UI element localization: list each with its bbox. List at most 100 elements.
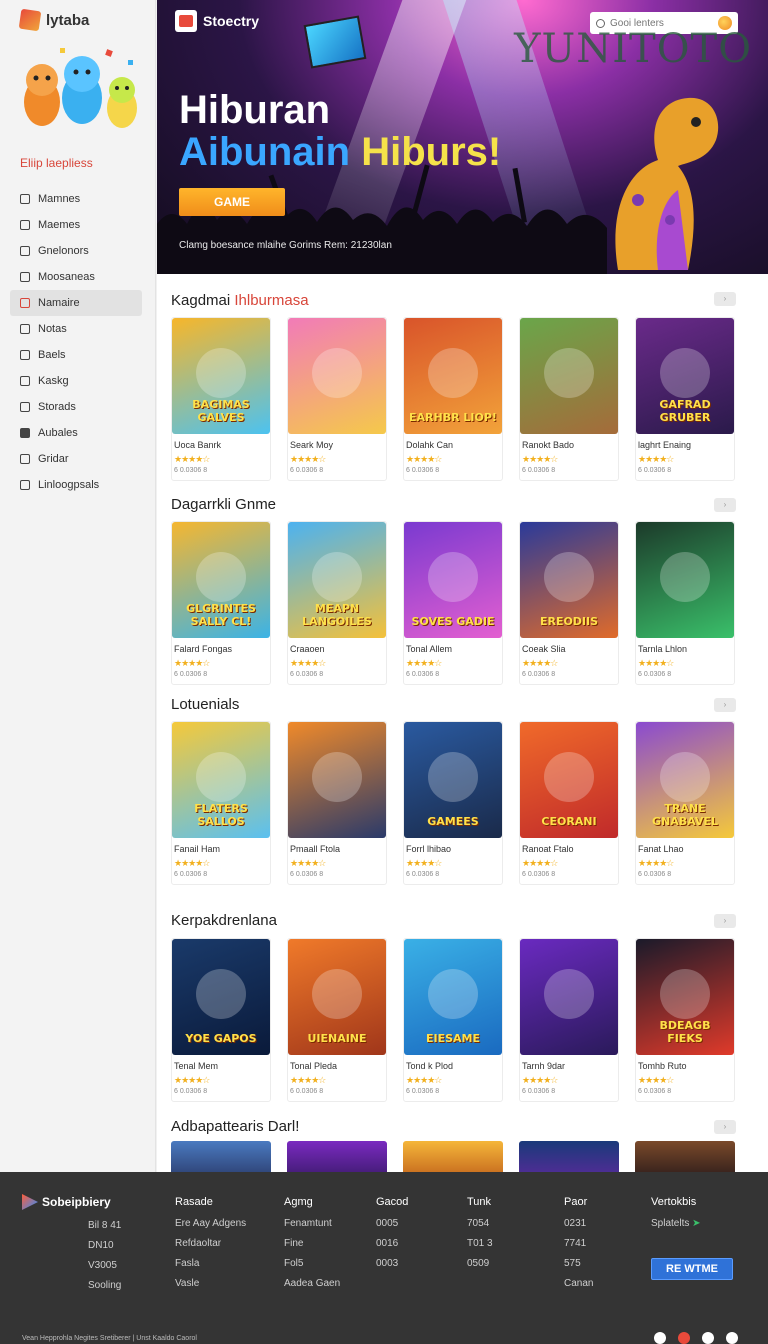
game-card[interactable]: BDEAGB FIEKS Tomhb Ruto ★★★★☆ 6 0.0306 8 — [635, 938, 735, 1102]
game-thumbnail[interactable]: EARHBR LIOP! — [404, 318, 502, 434]
game-thumbnail[interactable] — [636, 522, 734, 638]
game-card[interactable]: EREODIIS Coeak Slia ★★★★☆ 6 0.0306 8 — [519, 521, 619, 685]
game-card[interactable]: GAMEES Forrl lhibao ★★★★☆ 6 0.0306 8 — [403, 721, 503, 885]
game-card[interactable]: EIESAME Tond k Plod ★★★★☆ 6 0.0306 8 — [403, 938, 503, 1102]
footer-brand[interactable]: Sobeipbiery — [22, 1194, 111, 1210]
rating-stars: ★★★★☆ — [522, 858, 558, 868]
game-card[interactable]: SOVES GADIE Tonal Allem ★★★★☆ 6 0.0306 8 — [403, 521, 503, 685]
footer-link[interactable]: 0005 — [376, 1218, 408, 1230]
game-card[interactable]: UIENAINE Tonal Pleda ★★★★☆ 6 0.0306 8 — [287, 938, 387, 1102]
footer-link[interactable]: Bil 8 41 — [88, 1220, 121, 1232]
sidebar-item[interactable]: Gnelonors — [10, 238, 142, 264]
footer-link[interactable]: 575 — [564, 1258, 593, 1270]
footer-link[interactable]: Fine — [284, 1238, 340, 1250]
footer-link[interactable]: 0509 — [467, 1258, 493, 1270]
social-icon[interactable] — [654, 1332, 666, 1344]
game-card[interactable]: Seark Moy ★★★★☆ 6 0.0306 8 — [287, 317, 387, 481]
game-thumbnail[interactable]: GAFRAD GRUBER — [636, 318, 734, 434]
section-more-button[interactable]: › — [714, 914, 736, 928]
section-more-button[interactable]: › — [714, 698, 736, 712]
sidebar-item[interactable]: Kaskg — [10, 368, 142, 394]
game-thumbnail[interactable] — [520, 318, 618, 434]
game-thumbnail[interactable] — [287, 1141, 387, 1172]
footer-cta-button[interactable]: RE WTME — [651, 1258, 733, 1280]
game-thumbnail[interactable] — [635, 1141, 735, 1172]
game-card[interactable]: Ranokt Bado ★★★★☆ 6 0.0306 8 — [519, 317, 619, 481]
footer-link[interactable]: Fol5 — [284, 1258, 340, 1270]
game-card[interactable]: Tarnla Lhlon ★★★★☆ 6 0.0306 8 — [635, 521, 735, 685]
game-thumbnail[interactable]: BDEAGB FIEKS — [636, 939, 734, 1055]
game-thumbnail[interactable] — [519, 1141, 619, 1172]
game-card[interactable]: Tarnh 9dar ★★★★☆ 6 0.0306 8 — [519, 938, 619, 1102]
sidebar-item-active[interactable]: Namaire — [10, 290, 142, 316]
game-thumbnail[interactable]: EIESAME — [404, 939, 502, 1055]
footer-link[interactable]: 0231 — [564, 1218, 593, 1230]
footer-link[interactable]: Canan — [564, 1278, 593, 1290]
game-thumbnail[interactable]: BAGIMAS GALVES — [172, 318, 270, 434]
sidebar-item[interactable]: Notas — [10, 316, 142, 342]
game-thumbnail[interactable]: CEORANI — [520, 722, 618, 838]
game-thumbnail[interactable]: EREODIIS — [520, 522, 618, 638]
game-thumbnail[interactable]: SOVES GADIE — [404, 522, 502, 638]
game-card[interactable]: GLGRINTES SALLY CL! Falard Fongas ★★★★☆ 6 0… — [171, 521, 271, 685]
game-card[interactable]: CEORANI Ranoat Ftalo ★★★★☆ 6 0.0306 8 — [519, 721, 619, 885]
sidebar-item[interactable]: Storads — [10, 394, 142, 420]
sidebar-item[interactable]: Aubales — [10, 420, 142, 446]
social-icon[interactable] — [702, 1332, 714, 1344]
game-thumbnail[interactable]: GLGRINTES SALLY CL! — [172, 522, 270, 638]
game-card[interactable]: YOE GAPOS Tenal Mem ★★★★☆ 6 0.0306 8 — [171, 938, 271, 1102]
game-thumbnail[interactable] — [171, 1141, 271, 1172]
footer-link[interactable]: Splatelts ➤ — [651, 1218, 701, 1230]
footer-link[interactable]: 0003 — [376, 1258, 408, 1270]
game-thumbnail[interactable] — [288, 722, 386, 838]
game-thumbnail[interactable]: GAMEES — [404, 722, 502, 838]
game-thumbnail[interactable] — [520, 939, 618, 1055]
section-more-button[interactable]: › — [714, 292, 736, 306]
rating-stars: ★★★★☆ — [638, 858, 674, 868]
footer-link[interactable]: Fenamtunt — [284, 1218, 340, 1230]
hero-brand[interactable]: Stoectry — [175, 10, 259, 32]
game-card[interactable]: FLATERS SALLOS Fanail Ham ★★★★☆ 6 0.0306 8 — [171, 721, 271, 885]
footer-link[interactable]: 0016 — [376, 1238, 408, 1250]
footer-link[interactable]: Refdaoltar — [175, 1238, 246, 1250]
game-card[interactable]: Pmaall Ftola ★★★★☆ 6 0.0306 8 — [287, 721, 387, 885]
hero-title-part-a: Aibunain — [179, 130, 351, 174]
sidebar-item[interactable]: Baels — [10, 342, 142, 368]
game-card[interactable]: EARHBR LIOP! Dolahk Can ★★★★☆ 6 0.0306 8 — [403, 317, 503, 481]
sidebar-brand[interactable]: lytaba — [18, 8, 89, 32]
game-card[interactable]: GAFRAD GRUBER laghrt Enaing ★★★★☆ 6 0.0306 … — [635, 317, 735, 481]
game-card[interactable]: MEAPN LANGOILES Craaoen ★★★★☆ 6 0.0306 8 — [287, 521, 387, 685]
game-thumbnail[interactable]: UIENAINE — [288, 939, 386, 1055]
rating-stars: ★★★★☆ — [174, 658, 210, 668]
game-thumbnail[interactable] — [403, 1141, 503, 1172]
footer-link[interactable]: Ere Aay Adgens — [175, 1218, 246, 1230]
game-thumbnail[interactable]: FLATERS SALLOS — [172, 722, 270, 838]
footer-link[interactable]: Fasla — [175, 1258, 246, 1270]
footer-link[interactable]: Aadea Gaen — [284, 1278, 340, 1290]
footer-link[interactable]: Vasle — [175, 1278, 246, 1290]
footer-link[interactable]: 7054 — [467, 1218, 493, 1230]
game-card[interactable]: TRANE GNABAVEL Fanat Lhao ★★★★☆ 6 0.0306 8 — [635, 721, 735, 885]
game-title: Pmaall Ftola — [290, 844, 341, 854]
hero-cta-button[interactable]: GAME — [179, 188, 285, 216]
sidebar-item[interactable]: Linloogpsals — [10, 472, 142, 498]
footer-link[interactable]: 7741 — [564, 1238, 593, 1250]
sidebar-item[interactable]: Mamnes — [10, 186, 142, 212]
game-thumbnail[interactable]: TRANE GNABAVEL — [636, 722, 734, 838]
sidebar-item[interactable]: Moosaneas — [10, 264, 142, 290]
section-more-button[interactable]: › — [714, 498, 736, 512]
footer-link[interactable]: DN10 — [88, 1240, 121, 1252]
sidebar-item[interactable]: Gridar — [10, 446, 142, 472]
footer-link[interactable]: T01 3 — [467, 1238, 493, 1250]
game-card[interactable]: BAGIMAS GALVES Uoca Banrk ★★★★☆ 6 0.0306 8 — [171, 317, 271, 481]
social-icon[interactable] — [678, 1332, 690, 1344]
footer-link[interactable]: Sooling — [88, 1280, 121, 1292]
game-title: Falard Fongas — [174, 644, 233, 654]
game-thumbnail[interactable]: YOE GAPOS — [172, 939, 270, 1055]
home-icon[interactable] — [726, 1332, 738, 1344]
section-more-button[interactable]: › — [714, 1120, 736, 1134]
game-thumbnail[interactable]: MEAPN LANGOILES — [288, 522, 386, 638]
game-thumbnail[interactable] — [288, 318, 386, 434]
sidebar-item[interactable]: Maemes — [10, 212, 142, 238]
footer-link[interactable]: V3005 — [88, 1260, 121, 1272]
